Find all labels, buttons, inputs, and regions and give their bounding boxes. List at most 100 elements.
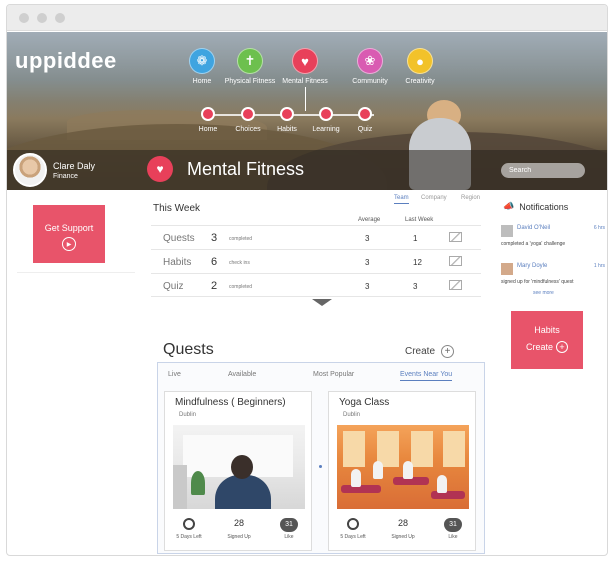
stat-last-week: 3 bbox=[413, 282, 418, 291]
chart-icon[interactable] bbox=[449, 256, 462, 266]
quest-card-location: Dublin bbox=[179, 412, 197, 418]
heart-icon: 31 bbox=[444, 518, 462, 532]
create-quest-button[interactable]: Create + bbox=[405, 345, 455, 358]
standing-person-icon: ✝ bbox=[237, 48, 263, 74]
running-person-icon: ❁ bbox=[189, 48, 215, 74]
like-button[interactable]: 31 Like bbox=[267, 516, 311, 540]
like-button[interactable]: 31 Like bbox=[431, 516, 475, 540]
notification-time: 1 hrs bbox=[593, 263, 605, 269]
heart-icon: 31 bbox=[280, 518, 298, 532]
stat-average: 3 bbox=[365, 258, 370, 267]
stopwatch-icon bbox=[347, 518, 359, 530]
days-left-label: 5 Days Left bbox=[340, 534, 366, 540]
head-icon: ● bbox=[407, 48, 433, 74]
stat-unit: check ins bbox=[229, 260, 250, 266]
column-header-average: Average bbox=[358, 217, 381, 223]
notification-time: 6 hrs bbox=[593, 225, 605, 231]
stat-label: Quiz bbox=[163, 281, 184, 292]
tab-live[interactable]: Live bbox=[168, 371, 181, 378]
habits-create-button[interactable]: Create + bbox=[511, 341, 583, 353]
subnav-dot-icon bbox=[319, 107, 333, 121]
user-profile[interactable]: Clare Daly Finance bbox=[13, 153, 95, 187]
play-icon: ▶ bbox=[62, 237, 76, 251]
subnav-label: Home bbox=[198, 126, 218, 133]
stat-average: 3 bbox=[365, 234, 370, 243]
quest-card-image[interactable] bbox=[337, 425, 469, 509]
quest-card-mindfulness[interactable]: Mindfulness ( Beginners) Dublin 5 Days L… bbox=[164, 391, 312, 551]
quests-title: Quests bbox=[163, 341, 214, 358]
nav-mental-fitness[interactable]: ♥ Mental Fitness bbox=[270, 48, 340, 85]
subnav-label: Quiz bbox=[357, 126, 373, 133]
nav-label: Community bbox=[352, 78, 388, 85]
stat-value: 6 bbox=[211, 256, 218, 268]
chart-icon[interactable] bbox=[449, 280, 462, 290]
see-more-link[interactable]: see more bbox=[533, 290, 554, 296]
subnav-label: Learning bbox=[312, 126, 340, 133]
quest-card-footer: 5 Days Left 28 Signed Up 31 Like bbox=[165, 516, 311, 550]
tab-most-popular[interactable]: Most Popular bbox=[313, 371, 354, 378]
browser-window: uppiddee ❁ Home ✝ Physical Fitness ♥ Men… bbox=[6, 4, 608, 556]
nav-label: Physical Fitness bbox=[224, 78, 276, 85]
window-close-dot[interactable] bbox=[19, 13, 29, 23]
get-support-button[interactable]: Get Support ▶ bbox=[33, 205, 105, 263]
habits-card[interactable]: Habits Create + bbox=[511, 311, 583, 369]
notifications-panel: 📣 Notifications David O'Neil 6 hrs compl… bbox=[493, 191, 607, 296]
avatar[interactable] bbox=[13, 153, 47, 187]
avatar bbox=[501, 225, 513, 237]
subnav-label: Choices bbox=[235, 126, 261, 133]
quest-card-image[interactable] bbox=[173, 425, 305, 509]
notifications-header: 📣 Notifications bbox=[503, 201, 568, 212]
quest-card-yoga[interactable]: Yoga Class Dublin 5 Days Left 28 Signed … bbox=[328, 391, 476, 551]
window-maximize-dot[interactable] bbox=[55, 13, 65, 23]
megaphone-icon: 📣 bbox=[503, 201, 515, 211]
habits-create-label: Create bbox=[525, 342, 553, 352]
filter-company[interactable]: Company bbox=[421, 195, 447, 201]
stopwatch-icon bbox=[183, 518, 195, 530]
search-input[interactable] bbox=[501, 163, 585, 178]
stat-last-week: 1 bbox=[413, 234, 418, 243]
quest-card-title[interactable]: Yoga Class bbox=[339, 397, 389, 408]
app-logo[interactable]: uppiddee bbox=[15, 48, 117, 74]
left-panel: Get Support ▶ bbox=[17, 191, 135, 273]
tab-events-near-you[interactable]: Events Near You bbox=[400, 371, 453, 381]
nav-creativity[interactable]: ● Creativity bbox=[385, 48, 455, 85]
heart-icon: ♥ bbox=[292, 48, 318, 74]
signed-up-count: 28 bbox=[397, 518, 408, 528]
stat-row-habits: Habits 6 check ins 3 12 bbox=[151, 249, 481, 273]
subnav-dot-icon bbox=[280, 107, 294, 121]
window-minimize-dot[interactable] bbox=[37, 13, 47, 23]
stat-value: 2 bbox=[211, 280, 218, 292]
subnav-dot-icon bbox=[358, 107, 372, 121]
habits-card-title: Habits bbox=[534, 325, 560, 335]
stat-label: Quests bbox=[163, 233, 195, 244]
subnav-quiz[interactable]: Quiz bbox=[340, 107, 390, 133]
page-title: ♥ Mental Fitness bbox=[147, 156, 304, 182]
carousel-dot[interactable] bbox=[319, 465, 322, 468]
chart-icon[interactable] bbox=[449, 232, 462, 242]
filter-region[interactable]: Region bbox=[461, 195, 480, 201]
column-header-last-week: Last Week bbox=[405, 217, 434, 223]
expand-arrow-icon[interactable] bbox=[312, 299, 332, 306]
notification-text: completed a 'yoga' challenge bbox=[501, 241, 566, 247]
quest-card-title[interactable]: Mindfulness ( Beginners) bbox=[175, 397, 286, 408]
stat-unit: completed bbox=[229, 236, 253, 242]
plus-icon: + bbox=[556, 341, 568, 353]
lotus-icon: ❀ bbox=[357, 48, 383, 74]
quest-card-location: Dublin bbox=[343, 412, 361, 418]
stat-unit: completed bbox=[229, 284, 253, 290]
days-left: 5 Days Left bbox=[167, 516, 211, 540]
profile-name: Clare Daly bbox=[53, 160, 96, 171]
notification-user[interactable]: David O'Neil bbox=[517, 225, 550, 231]
notification-text: signed up for 'mindfulness' quest bbox=[501, 279, 574, 285]
heart-icon: ♥ bbox=[147, 156, 173, 182]
weekly-stats-title: This Week bbox=[153, 203, 201, 214]
tab-available[interactable]: Available bbox=[228, 371, 256, 378]
nav-label: Home bbox=[192, 78, 212, 85]
plus-icon: + bbox=[441, 345, 455, 358]
filter-team[interactable]: Team bbox=[394, 195, 409, 204]
stat-row-quiz: Quiz 2 completed 3 3 bbox=[151, 273, 481, 297]
notification-user[interactable]: Mary Doyle bbox=[517, 263, 547, 269]
create-quest-label: Create bbox=[405, 346, 436, 357]
signed-up-count: 28 bbox=[233, 518, 244, 528]
like-label: Like bbox=[448, 534, 458, 540]
